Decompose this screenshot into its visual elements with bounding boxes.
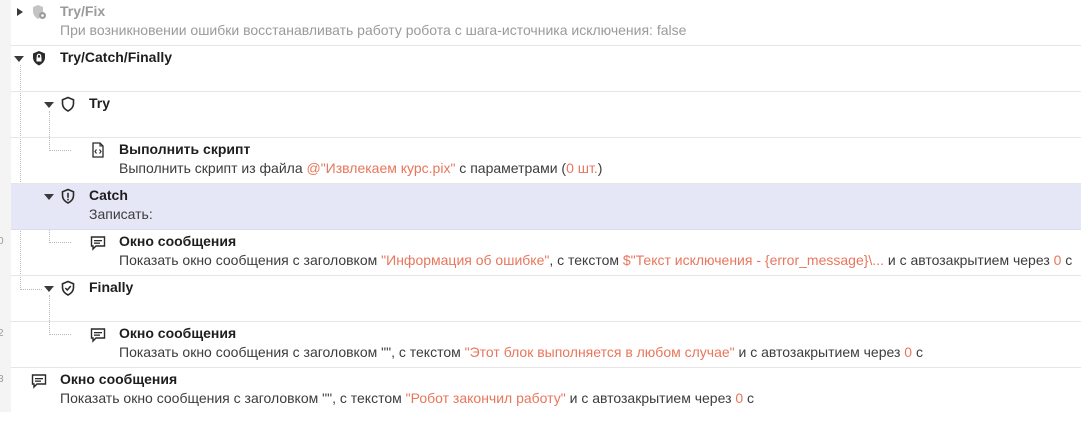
- gutter-label: 0: [0, 236, 4, 247]
- catch-desc: Записать:: [89, 206, 153, 222]
- tree-row-trycatch[interactable]: Try/Catch/Finally: [11, 46, 1081, 92]
- empty-area: [0, 412, 1081, 436]
- message-box-icon: [90, 327, 106, 343]
- finally-title: Finally: [89, 279, 134, 295]
- trycatch-title: Try/Catch/Finally: [60, 49, 173, 65]
- tree-row-run-script[interactable]: Выполнить скрипт Выполнить скрипт из фай…: [11, 138, 1081, 184]
- line-gutter: 0 2 3: [0, 0, 11, 412]
- shield-exclamation-icon: [60, 188, 76, 204]
- message-end-desc: Показать окно сообщения с заголовком "",…: [60, 390, 755, 406]
- collapse-arrow-icon[interactable]: [14, 54, 24, 64]
- run-script-title: Выполнить скрипт: [119, 141, 251, 157]
- tree-row-catch[interactable]: Catch Записать:: [11, 184, 1081, 230]
- message-box-icon: [90, 235, 106, 251]
- collapse-arrow-icon[interactable]: [44, 284, 54, 294]
- collapse-arrow-icon[interactable]: [44, 100, 54, 110]
- collapse-arrow-icon[interactable]: [44, 192, 54, 202]
- gutter-label: 3: [0, 374, 4, 385]
- tryfix-desc: При возникновении ошибки восстанавливать…: [60, 22, 687, 38]
- shield-icon: [60, 96, 76, 112]
- tryfix-title: Try/Fix: [60, 3, 106, 19]
- tree-row-message-catch[interactable]: Окно сообщения Показать окно сообщения с…: [11, 230, 1081, 276]
- tree-row-try[interactable]: Try: [11, 92, 1081, 138]
- message-finally-title: Окно сообщения: [119, 325, 237, 341]
- tree-row-finally[interactable]: Finally: [11, 276, 1081, 322]
- tree-row-message-finally[interactable]: Окно сообщения Показать окно сообщения с…: [11, 322, 1081, 368]
- try-title: Try: [89, 95, 111, 111]
- shield-lock-icon: [31, 50, 47, 66]
- script-file-icon: [90, 142, 106, 158]
- message-finally-desc: Показать окно сообщения с заголовком "",…: [119, 344, 923, 360]
- message-box-icon: [31, 373, 47, 389]
- message-catch-title: Окно сообщения: [119, 233, 237, 249]
- shield-check-icon: [60, 280, 76, 296]
- tree-row-message-end[interactable]: Окно сообщения Показать окно сообщения с…: [11, 368, 1081, 412]
- message-catch-desc: Показать окно сообщения с заголовком "Ин…: [119, 252, 1073, 268]
- run-script-desc: Выполнить скрипт из файла @"Извлекаем ку…: [119, 160, 603, 176]
- tree-row-tryfix[interactable]: Try/Fix При возникновении ошибки восстан…: [11, 0, 1081, 46]
- gear-shield-icon: [31, 4, 47, 20]
- message-end-title: Окно сообщения: [60, 371, 178, 387]
- catch-title: Catch: [89, 187, 128, 203]
- gutter-label: 2: [0, 328, 4, 339]
- expand-arrow-icon[interactable]: [15, 7, 25, 17]
